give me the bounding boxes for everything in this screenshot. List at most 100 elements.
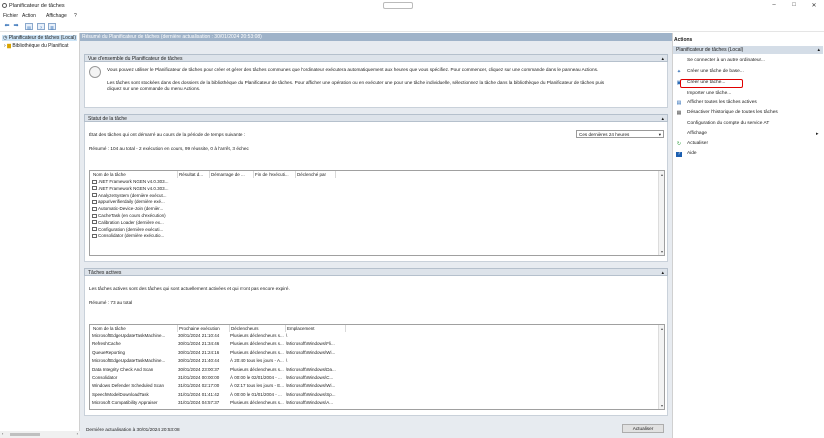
table-row[interactable]: Windows Defender Scheduled Scan 31/01/202…: [90, 383, 664, 390]
status-summary: Résumé : 104 au total - 2 exécution en c…: [89, 146, 249, 151]
action-view-menu[interactable]: Affichage: [687, 131, 707, 136]
minimize-button[interactable]: –: [767, 2, 781, 8]
column-header-end[interactable]: Fin de l'exécuti...: [254, 171, 296, 178]
action-create-basic-task[interactable]: Créer une tâche de base...: [687, 69, 744, 74]
table-row[interactable]: Configuration (dernière exécuti...: [90, 227, 664, 234]
action-import-task[interactable]: Importer une tâche...: [687, 91, 731, 96]
column-header-task-name[interactable]: Nom de la tâche: [92, 171, 178, 178]
show-hide-console-tree-icon[interactable]: ▤: [25, 23, 33, 30]
action-refresh[interactable]: Actualiser: [687, 141, 708, 146]
tree-item-library[interactable]: › ▆ Bibliothèque du Planificat: [4, 43, 68, 49]
show-hide-action-pane-icon[interactable]: ▥: [48, 23, 56, 30]
action-disable-history[interactable]: Désactiver l'historique de toutes les tâ…: [687, 110, 778, 115]
left-pane-horizontal-scrollbar[interactable]: ‹ ›: [0, 431, 80, 438]
table-row[interactable]: Calibration Loader (dernière ex...: [90, 220, 664, 227]
task-name-text: Automatic-Device-Join (dernièr...: [98, 206, 164, 212]
expand-plus-icon[interactable]: [92, 199, 97, 204]
column-header-triggers[interactable]: Déclencheurs: [230, 325, 286, 332]
expand-plus-icon[interactable]: [92, 227, 97, 232]
triggers-cell: À 02:17 tous les jours - E...: [230, 383, 285, 389]
scroll-down-icon[interactable]: ▾: [659, 403, 664, 408]
column-header-start[interactable]: Démarrage de ...: [210, 171, 254, 178]
table-row[interactable]: RefreshCache 30/01/2024 21:34:46 Plusieurs…: [90, 341, 664, 348]
location-cell: \Microsoft\Windows\Da...: [286, 366, 336, 372]
actions-section-header[interactable]: Planificateur de tâches (Local) ▴: [673, 46, 823, 54]
tree-item-task-scheduler-local[interactable]: ◷ Planificateur de tâches (Local): [2, 35, 78, 41]
menu-bar: Fichier Action Affichage ?: [0, 12, 824, 20]
column-header-task-name[interactable]: Nom de la tâche: [92, 325, 178, 332]
task-name-cell: Consolidator: [92, 375, 118, 380]
action-help[interactable]: Aide: [687, 151, 697, 156]
triggers-cell: Plusieurs déclencheurs s...: [230, 349, 284, 355]
expand-plus-icon[interactable]: [92, 206, 97, 211]
action-connect-other-computer[interactable]: Se connecter à un autre ordinateur...: [687, 58, 765, 63]
expand-plus-icon[interactable]: [92, 220, 97, 225]
active-tasks-list[interactable]: Nom de la tâche Prochaine exécution Décl…: [89, 324, 665, 410]
column-header-location[interactable]: Emplacement: [286, 325, 346, 332]
expand-plus-icon[interactable]: [92, 193, 97, 198]
table-row[interactable]: .NET Framework NGEN v4.0.303...: [90, 179, 664, 186]
menu-fichier[interactable]: Fichier: [3, 13, 18, 19]
scroll-right-icon[interactable]: ›: [77, 431, 78, 436]
menu-action[interactable]: Action: [22, 13, 36, 19]
status-period-select[interactable]: Ces dernières 24 heures ▾: [576, 130, 664, 138]
task-status-section-header[interactable]: Statut de la tâche ▴: [84, 114, 668, 122]
expand-plus-icon[interactable]: [92, 179, 97, 184]
table-row[interactable]: SpeechModelDownloadTask 31/01/2024 01:41:…: [90, 392, 664, 399]
table-row[interactable]: Automatic-Device-Join (dernièr...: [90, 206, 664, 213]
task-name-cell: AnalyzeSystem (dernière exécut...: [92, 193, 178, 198]
wand-icon: ✦: [676, 69, 682, 75]
scrollbar-thumb[interactable]: [10, 433, 40, 436]
task-scheduler-app-icon: [2, 3, 7, 8]
table-row[interactable]: Data Integrity Check And Scan 30/01/2024 …: [90, 367, 664, 374]
table-row[interactable]: Consolidator 31/01/2024 00:00:00 À 00:00 l…: [90, 375, 664, 382]
collapse-up-icon[interactable]: ▴: [817, 47, 820, 53]
close-button[interactable]: ✕: [807, 2, 821, 9]
scroll-up-icon[interactable]: ▴: [659, 172, 664, 177]
active-list-scrollbar[interactable]: ▴ ▾: [658, 325, 664, 409]
active-tasks-section-header[interactable]: Tâches actives ▴: [84, 268, 668, 276]
expand-chevron-icon[interactable]: ›: [4, 43, 6, 49]
forward-arrow-icon[interactable]: ➡: [12, 23, 20, 30]
table-row[interactable]: MicrosoftEdgeUpdateTaskMachine... 30/01/2…: [90, 358, 664, 365]
menu-affichage[interactable]: Affichage: [46, 13, 67, 19]
scroll-down-icon[interactable]: ▾: [659, 249, 664, 254]
scroll-up-icon[interactable]: ▴: [659, 326, 664, 331]
column-header-triggered-by[interactable]: Déclenché par: [296, 171, 336, 178]
task-status-list[interactable]: Nom de la tâche Résultat d... Démarrage …: [89, 170, 665, 256]
help-icon[interactable]: ?: [37, 23, 45, 30]
overview-section-body: Vous pouvez utiliser le Planificateur de…: [84, 62, 668, 108]
action-show-active-tasks[interactable]: Afficher toutes les tâches actives: [687, 100, 757, 105]
refresh-button[interactable]: Actualiser: [622, 424, 664, 433]
table-row[interactable]: Microsoft Compatibility Appraiser 31/01/2…: [90, 400, 664, 407]
next-run-cell: 30/01/2024 23:00:37: [178, 366, 220, 372]
table-row[interactable]: AnalyzeSystem (dernière exécut...: [90, 193, 664, 200]
table-row[interactable]: QueueReporting 30/01/2024 21:24:16 Plusieu…: [90, 350, 664, 357]
table-row[interactable]: MicrosoftEdgeUpdateTaskMachine... 30/01/2…: [90, 333, 664, 340]
triggers-cell: À 00:00 le 02/01/2004 - ...: [230, 375, 282, 380]
location-cell: \: [286, 333, 288, 338]
next-run-cell: 31/01/2024 04:57:37: [178, 400, 220, 406]
action-at-service-account[interactable]: Configuration du compte du service AT: [687, 121, 769, 126]
status-list-scrollbar[interactable]: ▴ ▾: [658, 171, 664, 255]
triggers-cell: À 20:40 tous les jours - A...: [230, 358, 284, 364]
table-row[interactable]: Consolidator (dernière exécutio...: [90, 233, 664, 240]
back-arrow-icon[interactable]: ⬅: [3, 23, 11, 30]
location-cell: \Microsoft\Windows\Wi...: [286, 383, 336, 389]
clock-icon: ◷: [3, 35, 8, 41]
expand-plus-icon[interactable]: [92, 233, 97, 238]
scroll-left-icon[interactable]: ‹: [2, 431, 3, 436]
maximize-button[interactable]: □: [787, 2, 801, 8]
expand-plus-icon[interactable]: [92, 186, 97, 191]
table-row[interactable]: CacheTask (en cours d'exécution): [90, 213, 664, 220]
menu-help[interactable]: ?: [74, 13, 77, 19]
column-header-next-run[interactable]: Prochaine exécution: [178, 325, 230, 332]
table-row[interactable]: appuriverifierdaily (dernière exé...: [90, 199, 664, 206]
console-tree: ◷ Planificateur de tâches (Local) › ▆ Bi…: [0, 33, 80, 431]
window-drag-handle[interactable]: [383, 2, 413, 9]
table-row[interactable]: .NET Framework NGEN v4.0.303...: [90, 186, 664, 193]
overview-paragraph-1: Vous pouvez utiliser le Planificateur de…: [107, 67, 599, 72]
overview-section-header[interactable]: Vue d'ensemble du Planificateur de tâche…: [84, 54, 668, 62]
column-header-result[interactable]: Résultat d...: [178, 171, 210, 178]
expand-plus-icon[interactable]: [92, 213, 97, 218]
